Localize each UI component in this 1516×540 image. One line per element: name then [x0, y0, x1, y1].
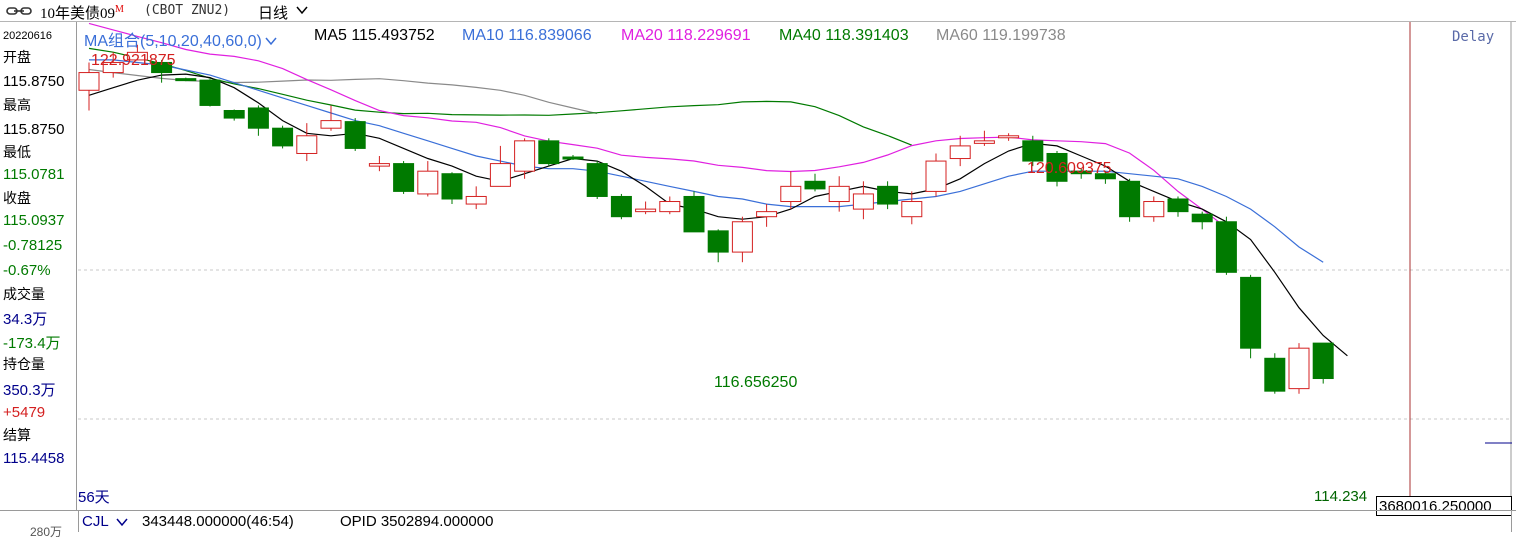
ma40-label: MA40 118.391403 — [779, 27, 909, 44]
candle[interactable] — [1312, 342, 1334, 384]
low-annotation: 116.656250 — [714, 374, 798, 391]
ma20-label: MA20 118.229691 — [621, 27, 751, 44]
instrument-title: 10年美债09M — [40, 4, 124, 22]
candle[interactable] — [683, 191, 705, 233]
instrument-code: (CBOT ZNU2) — [144, 3, 231, 18]
low-end-annotation: 114.234 — [1314, 488, 1368, 505]
candle[interactable] — [175, 77, 197, 82]
candle[interactable] — [1240, 274, 1262, 359]
volume-change: -173.4万 — [3, 335, 61, 352]
ma5-label: MA5 115.493752 — [314, 27, 435, 44]
indicator-frame — [78, 510, 1512, 532]
candle[interactable] — [610, 193, 632, 220]
day-count: 56天 — [78, 489, 110, 506]
candle[interactable] — [393, 161, 415, 194]
low-value: 115.0781 — [3, 166, 65, 183]
high-label: 最高 — [3, 98, 31, 114]
high-annotation: 122.921875 — [91, 52, 176, 69]
candle[interactable] — [538, 138, 560, 167]
candle[interactable] — [1119, 178, 1141, 222]
change-value: -0.78125 — [3, 237, 63, 254]
mid-high-annotation: 120.609375 — [1027, 160, 1112, 177]
title-bar: 10年美债09M (CBOT ZNU2) 日线 — [0, 0, 1516, 22]
price-chart[interactable] — [78, 22, 1512, 510]
ma10-label: MA10 116.839066 — [462, 27, 592, 44]
candle[interactable] — [1288, 343, 1310, 394]
open-value: 115.8750 — [3, 73, 65, 90]
settle-value: 115.4458 — [3, 450, 65, 467]
ma60-label: MA60 119.199738 — [936, 27, 1066, 44]
high-value: 115.8750 — [3, 121, 65, 138]
low-label: 最低 — [3, 145, 31, 161]
link-icon[interactable] — [6, 4, 32, 18]
period-selector[interactable]: 日线 — [258, 2, 288, 23]
quote-sidebar: 20220616 开盘 115.8750 最高 115.8750 最低 115.… — [0, 22, 77, 510]
candle[interactable] — [272, 125, 294, 149]
candle[interactable] — [1215, 216, 1237, 275]
quote-date: 20220616 — [3, 30, 52, 42]
chevron-down-icon[interactable] — [295, 4, 309, 16]
close-value: 115.0937 — [3, 212, 65, 229]
oi-change: +5479 — [3, 404, 46, 421]
oi-label: 持仓量 — [3, 357, 45, 373]
candle[interactable] — [344, 118, 366, 151]
oi-value: 350.3万 — [3, 382, 56, 399]
candle[interactable] — [1264, 353, 1286, 394]
ma-combo-selector[interactable]: MA组合(5,10,20,40,60,0) — [84, 27, 277, 51]
change-pct: -0.67% — [3, 262, 51, 279]
delay-indicator: Delay — [1452, 29, 1495, 45]
settle-label: 结算 — [3, 428, 31, 444]
volume-value: 34.3万 — [3, 311, 48, 328]
title-mark: M — [115, 4, 124, 15]
open-label: 开盘 — [3, 50, 31, 66]
candle[interactable] — [199, 79, 221, 107]
close-label: 收盘 — [3, 191, 31, 207]
candle[interactable] — [441, 172, 463, 205]
chevron-down-icon[interactable] — [265, 36, 277, 46]
candle[interactable] — [586, 161, 608, 199]
volume-label: 成交量 — [3, 287, 45, 303]
